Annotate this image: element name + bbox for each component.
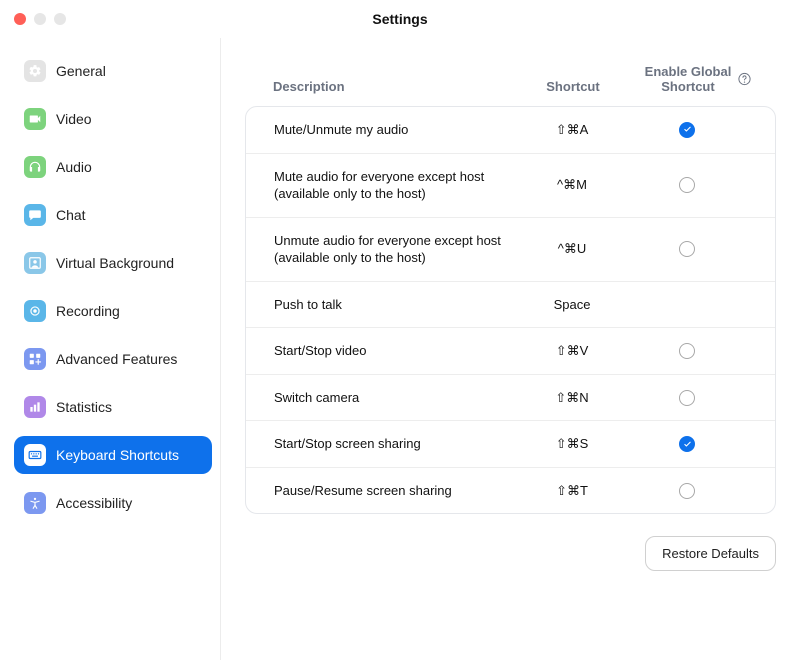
headphones-icon — [24, 156, 46, 178]
sidebar-item-keyboard-shortcuts[interactable]: Keyboard Shortcuts — [14, 436, 212, 474]
titlebar: Settings — [0, 0, 800, 38]
sidebar-item-video[interactable]: Video — [14, 100, 212, 138]
window-title: Settings — [372, 11, 427, 27]
sidebar-item-label: Advanced Features — [56, 351, 177, 367]
table-row: Start/Stop video ⇧⌘V — [246, 328, 775, 375]
table-row: Mute audio for everyone except host (ava… — [246, 154, 775, 218]
close-window-button[interactable] — [14, 13, 26, 25]
sidebar-item-accessibility[interactable]: Accessibility — [14, 484, 212, 522]
sidebar-item-label: Video — [56, 111, 92, 127]
restore-defaults-button[interactable]: Restore Defaults — [645, 536, 776, 571]
shortcut-description: Start/Stop video — [274, 342, 517, 360]
sidebar-item-label: Statistics — [56, 399, 112, 415]
column-header-global-label: Enable Global Shortcut — [645, 64, 732, 94]
shortcut-key[interactable]: ⇧⌘T — [517, 483, 627, 499]
table-header: Description Shortcut Enable Global Short… — [245, 56, 776, 106]
sidebar-item-label: Virtual Background — [56, 255, 174, 271]
table-row: Mute/Unmute my audio ⇧⌘A — [246, 107, 775, 154]
content-area: Description Shortcut Enable Global Short… — [221, 38, 800, 660]
accessibility-icon — [24, 492, 46, 514]
shortcut-description: Unmute audio for everyone except host (a… — [274, 232, 517, 267]
shortcut-key[interactable]: ^⌘U — [517, 241, 627, 257]
sidebar: General Video Audio Chat — [0, 38, 221, 660]
help-icon[interactable] — [737, 72, 752, 87]
sidebar-item-chat[interactable]: Chat — [14, 196, 212, 234]
sidebar-item-label: Audio — [56, 159, 92, 175]
shortcut-description: Mute/Unmute my audio — [274, 121, 517, 139]
shortcut-key[interactable]: ⇧⌘A — [517, 122, 627, 138]
table-row: Unmute audio for everyone except host (a… — [246, 218, 775, 282]
table-row: Start/Stop screen sharing ⇧⌘S — [246, 421, 775, 468]
footer: Restore Defaults — [245, 514, 776, 571]
plus-grid-icon — [24, 348, 46, 370]
chat-icon — [24, 204, 46, 226]
sidebar-item-recording[interactable]: Recording — [14, 292, 212, 330]
keyboard-icon — [24, 444, 46, 466]
global-shortcut-checkbox[interactable] — [679, 122, 695, 138]
settings-window: Settings General Video Audio — [0, 0, 800, 660]
shortcut-description: Switch camera — [274, 389, 517, 407]
global-shortcut-checkbox[interactable] — [679, 390, 695, 406]
column-header-global: Enable Global Shortcut — [628, 64, 748, 94]
global-shortcut-checkbox[interactable] — [679, 343, 695, 359]
shortcut-key[interactable]: Space — [517, 297, 627, 312]
shortcut-description: Start/Stop screen sharing — [274, 435, 517, 453]
maximize-window-button[interactable] — [54, 13, 66, 25]
minimize-window-button[interactable] — [34, 13, 46, 25]
table-row: Push to talk Space — [246, 282, 775, 329]
sidebar-item-label: Chat — [56, 207, 86, 223]
shortcut-key[interactable]: ^⌘M — [517, 177, 627, 193]
window-body: General Video Audio Chat — [0, 38, 800, 660]
gear-icon — [24, 60, 46, 82]
shortcut-description: Mute audio for everyone except host (ava… — [274, 168, 517, 203]
shortcuts-table: Mute/Unmute my audio ⇧⌘A Mute audio for … — [245, 106, 776, 514]
shortcut-key[interactable]: ⇧⌘V — [517, 343, 627, 359]
sidebar-item-audio[interactable]: Audio — [14, 148, 212, 186]
sidebar-item-statistics[interactable]: Statistics — [14, 388, 212, 426]
table-row: Switch camera ⇧⌘N — [246, 375, 775, 422]
person-frame-icon — [24, 252, 46, 274]
global-shortcut-checkbox[interactable] — [679, 177, 695, 193]
global-shortcut-checkbox[interactable] — [679, 436, 695, 452]
sidebar-item-general[interactable]: General — [14, 52, 212, 90]
record-icon — [24, 300, 46, 322]
sidebar-item-label: Accessibility — [56, 495, 132, 511]
bar-chart-icon — [24, 396, 46, 418]
column-header-shortcut: Shortcut — [518, 79, 628, 94]
sidebar-item-label: Keyboard Shortcuts — [56, 447, 179, 463]
shortcut-description: Push to talk — [274, 296, 517, 314]
table-row: Pause/Resume screen sharing ⇧⌘T — [246, 468, 775, 514]
traffic-lights — [14, 13, 66, 25]
sidebar-item-virtual-background[interactable]: Virtual Background — [14, 244, 212, 282]
column-header-description: Description — [273, 79, 518, 94]
sidebar-item-label: General — [56, 63, 106, 79]
global-shortcut-checkbox[interactable] — [679, 483, 695, 499]
sidebar-item-label: Recording — [56, 303, 120, 319]
shortcut-description: Pause/Resume screen sharing — [274, 482, 517, 500]
shortcut-key[interactable]: ⇧⌘N — [517, 390, 627, 406]
shortcut-key[interactable]: ⇧⌘S — [517, 436, 627, 452]
video-icon — [24, 108, 46, 130]
sidebar-item-advanced-features[interactable]: Advanced Features — [14, 340, 212, 378]
global-shortcut-checkbox[interactable] — [679, 241, 695, 257]
